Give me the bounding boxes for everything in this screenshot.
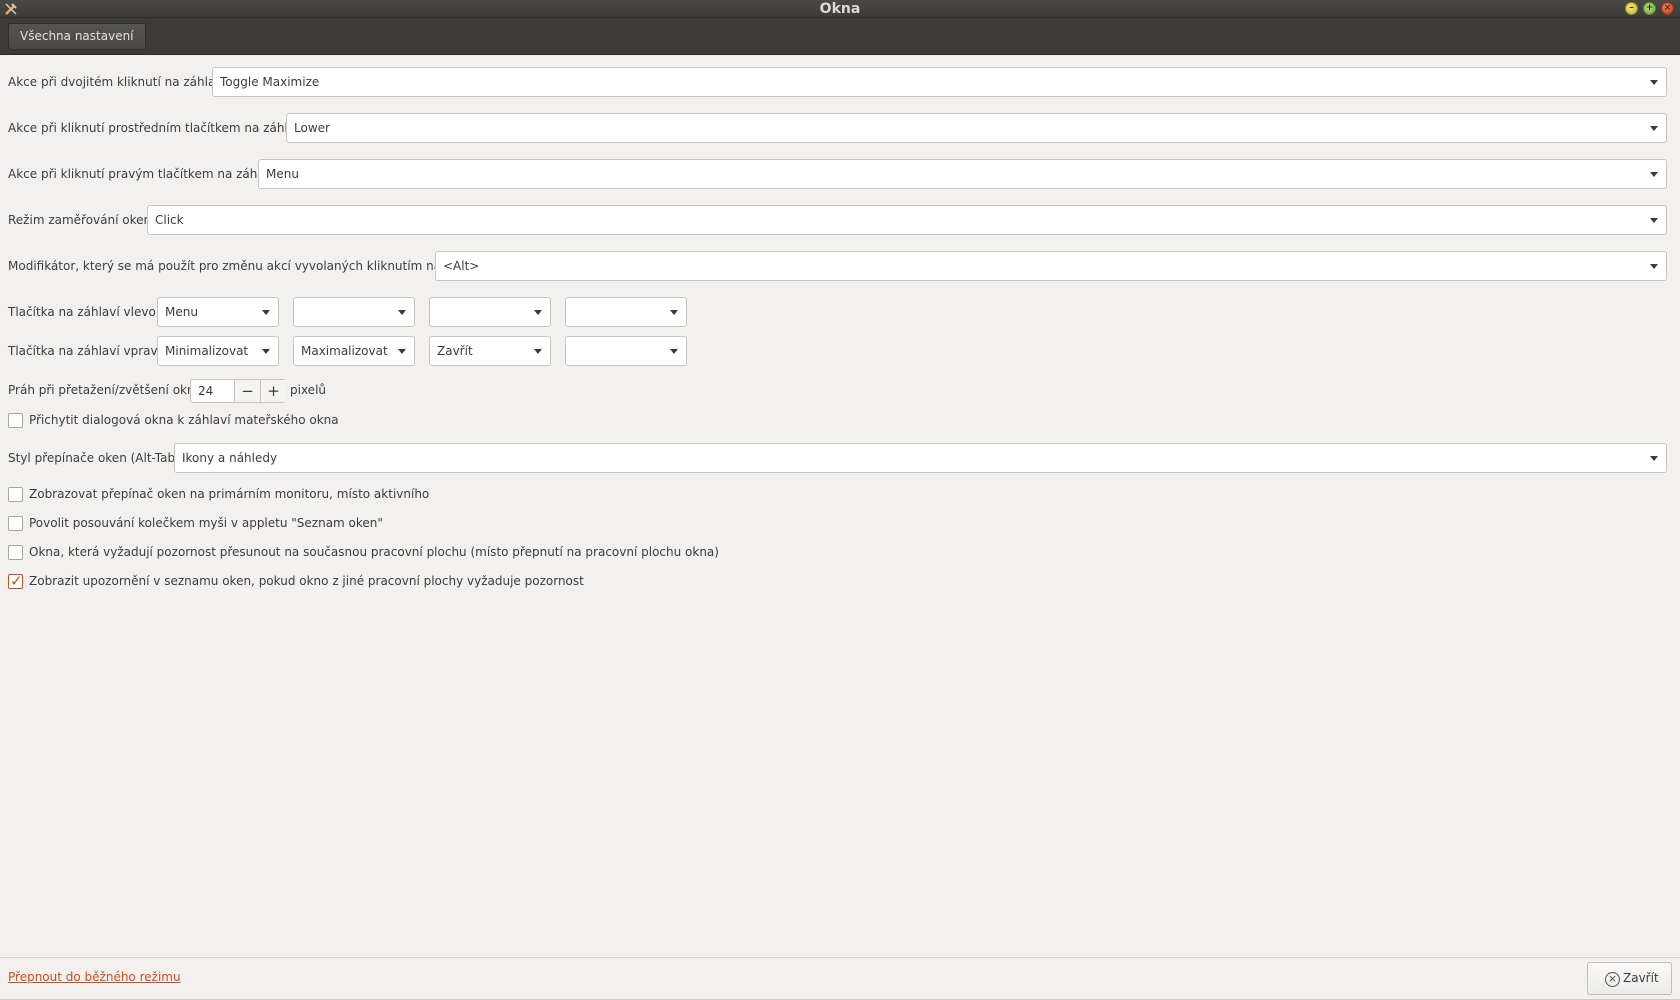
- primary-monitor-label: Zobrazovat přepínač oken na primárním mo…: [29, 487, 430, 501]
- move-attention-windows-checkbox[interactable]: [8, 545, 23, 560]
- dropdown-arrow-icon: [1650, 172, 1658, 177]
- window-title: Okna: [819, 1, 861, 17]
- buttons-right-combo-2[interactable]: Maximalizovat: [293, 336, 415, 366]
- all-settings-button[interactable]: Všechna nastavení: [8, 23, 146, 50]
- primary-monitor-checkbox[interactable]: [8, 487, 23, 502]
- toolbar: Všechna nastavení: [0, 18, 1680, 55]
- scroll-window-list-checkbox[interactable]: [8, 516, 23, 531]
- close-button[interactable]: × Zavřít: [1587, 962, 1672, 995]
- dropdown-arrow-icon: [1650, 218, 1658, 223]
- drag-threshold-unit: pixelů: [290, 383, 327, 397]
- middle-click-value: Lower: [294, 121, 330, 135]
- maximize-icon[interactable]: +: [1643, 2, 1656, 15]
- dropdown-arrow-icon: [1650, 456, 1658, 461]
- buttons-right-label: Tlačítka na záhlaví vpravo: [8, 344, 165, 358]
- scroll-window-list-label: Povolit posouvání kolečkem myši v applet…: [29, 516, 383, 530]
- buttons-right-value-3: Zavřít: [437, 344, 473, 358]
- focus-mode-label: Režim zaměřování oken: [8, 213, 152, 227]
- checkmark-icon: ✓: [10, 572, 23, 590]
- dropdown-arrow-icon: [1650, 126, 1658, 131]
- increment-button[interactable]: +: [260, 380, 286, 402]
- dropdown-arrow-icon: [534, 310, 542, 315]
- dropdown-arrow-icon: [534, 349, 542, 354]
- middle-click-label: Akce při kliknutí prostředním tlačítkem …: [8, 121, 306, 135]
- buttons-right-value-2: Maximalizovat: [301, 344, 388, 358]
- switch-mode-link[interactable]: Přepnout do běžného režimu: [8, 970, 181, 984]
- buttons-left-value-1: Menu: [165, 305, 198, 319]
- attach-dialogs-checkbox[interactable]: [8, 413, 23, 428]
- drag-threshold-spinner[interactable]: 24 − +: [190, 379, 286, 403]
- decrement-button[interactable]: −: [234, 380, 260, 402]
- middle-click-combo[interactable]: Lower: [286, 113, 1667, 143]
- right-click-label: Akce při kliknutí pravým tlačítkem na zá…: [8, 167, 279, 181]
- double-click-combo[interactable]: Toggle Maximize: [212, 67, 1667, 97]
- show-attention-warning-label: Zobrazit upozornění v seznamu oken, poku…: [29, 574, 584, 588]
- buttons-left-combo-4[interactable]: [565, 297, 687, 327]
- buttons-right-value-1: Minimalizovat: [165, 344, 249, 358]
- close-button-label: Zavřít: [1623, 971, 1659, 985]
- buttons-right-combo-4[interactable]: [565, 336, 687, 366]
- buttons-right-combo-3[interactable]: Zavřít: [429, 336, 551, 366]
- double-click-label: Akce při dvojitém kliknutí na záhlaví: [8, 75, 226, 89]
- buttons-right-combo-1[interactable]: Minimalizovat: [157, 336, 279, 366]
- modifier-combo[interactable]: <Alt>: [435, 251, 1667, 281]
- show-attention-warning-checkbox[interactable]: ✓: [8, 572, 23, 590]
- dropdown-arrow-icon: [398, 349, 406, 354]
- right-click-value: Menu: [266, 167, 299, 181]
- dropdown-arrow-icon: [262, 349, 270, 354]
- dropdown-arrow-icon: [262, 310, 270, 315]
- dropdown-arrow-icon: [1650, 264, 1658, 269]
- dropdown-arrow-icon: [670, 310, 678, 315]
- drag-threshold-label: Práh při přetažení/zvětšení okna: [8, 383, 202, 397]
- window-titlebar: Okna – + ×: [0, 0, 1680, 18]
- dropdown-arrow-icon: [1650, 80, 1658, 85]
- footer-separator: [0, 957, 1680, 958]
- close-icon[interactable]: ×: [1661, 2, 1674, 15]
- modifier-label: Modifikátor, který se má použít pro změn…: [8, 259, 475, 273]
- alttab-style-value: Ikony a náhledy: [182, 451, 278, 465]
- minimize-icon[interactable]: –: [1625, 2, 1638, 15]
- alttab-style-label: Styl přepínače oken (Alt-Tab): [8, 451, 180, 465]
- buttons-left-combo-1[interactable]: Menu: [157, 297, 279, 327]
- buttons-left-combo-2[interactable]: [293, 297, 415, 327]
- attach-dialogs-label: Přichytit dialogová okna k záhlaví mateř…: [29, 413, 339, 427]
- close-circle-icon: ×: [1605, 972, 1620, 987]
- modifier-value: <Alt>: [443, 259, 480, 273]
- move-attention-windows-label: Okna, která vyžadují pozornost přesunout…: [29, 545, 719, 559]
- buttons-left-combo-3[interactable]: [429, 297, 551, 327]
- focus-mode-value: Click: [155, 213, 184, 227]
- dropdown-arrow-icon: [398, 310, 406, 315]
- focus-mode-combo[interactable]: Click: [147, 205, 1667, 235]
- double-click-value: Toggle Maximize: [220, 75, 320, 89]
- drag-threshold-value[interactable]: 24: [198, 380, 213, 402]
- alttab-style-combo[interactable]: Ikony a náhledy: [174, 443, 1667, 473]
- dropdown-arrow-icon: [670, 349, 678, 354]
- buttons-left-label: Tlačítka na záhlaví vlevo: [8, 305, 156, 319]
- right-click-combo[interactable]: Menu: [258, 159, 1667, 189]
